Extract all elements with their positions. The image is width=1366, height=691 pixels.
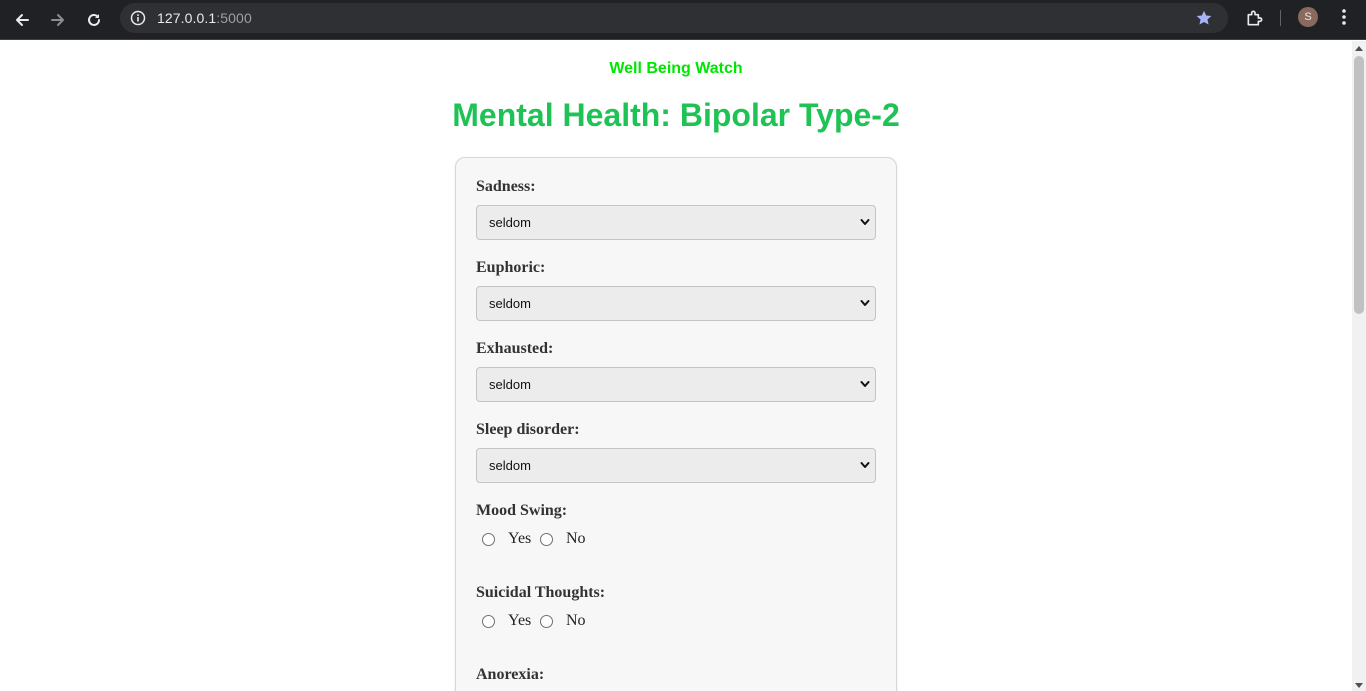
page-viewport: Well Being Watch Mental Health: Bipolar …: [0, 41, 1352, 691]
back-arrow-icon: [16, 14, 29, 26]
suicidal-thoughts-no-label: No: [566, 612, 586, 629]
extensions-icon[interactable]: [1245, 8, 1265, 28]
back-button[interactable]: [8, 6, 36, 34]
chevron-down-icon: [860, 300, 870, 306]
mood-swing-yes-label: Yes: [508, 530, 532, 547]
page-scrollbar[interactable]: [1352, 41, 1366, 691]
scroll-down-arrow-icon[interactable]: [1355, 683, 1363, 689]
euphoric-value: seldom: [489, 296, 531, 311]
forward-button[interactable]: [44, 6, 72, 34]
info-icon[interactable]: [130, 10, 146, 26]
mood-swing-label: Mood Swing:: [476, 502, 568, 519]
mood-swing-yes-radio[interactable]: [482, 533, 495, 546]
page-title: Mental Health: Bipolar Type-2: [452, 97, 900, 133]
anorexia-label: Anorexia:: [476, 666, 545, 683]
scroll-up-arrow-icon[interactable]: [1355, 45, 1363, 51]
profile-avatar[interactable]: S: [1298, 7, 1318, 27]
sadness-value: seldom: [489, 215, 531, 230]
sadness-label: Sadness:: [476, 178, 536, 195]
exhausted-value: seldom: [489, 377, 531, 392]
suicidal-thoughts-label: Suicidal Thoughts:: [476, 584, 606, 601]
exhausted-label: Exhausted:: [476, 340, 554, 357]
url-port: :5000: [216, 10, 252, 26]
euphoric-select[interactable]: seldom: [476, 286, 876, 321]
chevron-down-icon: [860, 462, 870, 468]
url-host: 127.0.0.1: [157, 10, 217, 26]
forward-arrow-icon: [51, 14, 64, 26]
sleep-disorder-select[interactable]: seldom: [476, 448, 876, 483]
exhausted-select[interactable]: seldom: [476, 367, 876, 402]
browser-toolbar: 127.0.0.1:5000 S: [0, 0, 1366, 40]
mood-swing-no-radio[interactable]: [540, 533, 553, 546]
mood-swing-no-label: No: [566, 530, 586, 547]
suicidal-thoughts-yes-radio[interactable]: [482, 615, 495, 628]
scrollbar-thumb[interactable]: [1354, 56, 1364, 314]
menu-icon[interactable]: [1337, 8, 1351, 26]
sadness-select[interactable]: seldom: [476, 205, 876, 240]
reload-button[interactable]: [80, 6, 108, 34]
toolbar-divider: [1280, 10, 1281, 26]
suicidal-thoughts-yes-label: Yes: [508, 612, 532, 629]
brand-title: Well Being Watch: [609, 60, 743, 77]
chevron-down-icon: [860, 219, 870, 225]
url-text: 127.0.0.1:5000: [157, 10, 252, 26]
euphoric-label: Euphoric:: [476, 259, 546, 276]
address-bar[interactable]: 127.0.0.1:5000: [120, 3, 1228, 33]
suicidal-thoughts-no-radio[interactable]: [540, 615, 553, 628]
star-icon[interactable]: [1195, 9, 1213, 27]
reload-icon: [88, 13, 100, 26]
sleep-disorder-value: seldom: [489, 458, 531, 473]
chevron-down-icon: [860, 381, 870, 387]
assessment-form: Sadness: seldom Euphoric: seldom Exhaust…: [455, 157, 897, 691]
sleep-disorder-label: Sleep disorder:: [476, 421, 580, 438]
